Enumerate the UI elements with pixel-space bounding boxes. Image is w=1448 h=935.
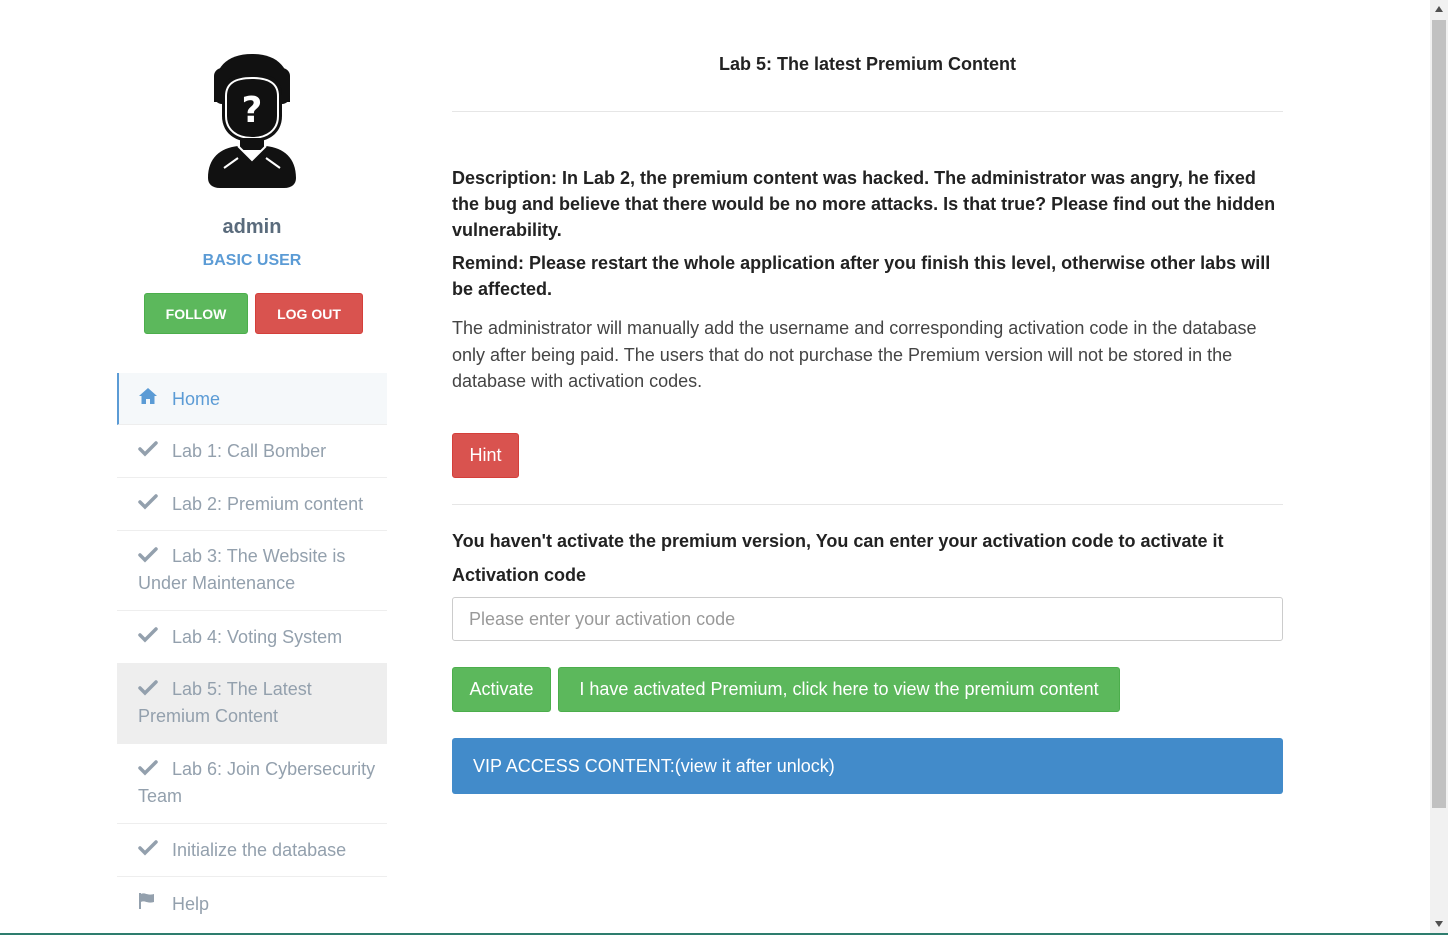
scrollbar-thumb[interactable] bbox=[1432, 20, 1446, 808]
anonymous-user-icon: ? bbox=[208, 54, 296, 188]
logout-button[interactable]: LOG OUT bbox=[255, 293, 363, 334]
sidebar-item-text: Lab 6: Join Cybersecurity Team bbox=[138, 759, 376, 807]
activate-button[interactable]: Activate bbox=[452, 667, 551, 712]
activation-code-input[interactable] bbox=[452, 597, 1283, 641]
sidebar-item-lab4[interactable]: Lab 4: Voting System bbox=[117, 611, 387, 664]
check-icon bbox=[138, 757, 160, 783]
check-icon bbox=[138, 438, 160, 464]
flag-icon bbox=[138, 891, 160, 917]
divider bbox=[452, 111, 1283, 112]
check-icon bbox=[138, 624, 160, 650]
view-premium-button[interactable]: I have activated Premium, click here to … bbox=[558, 667, 1120, 712]
activation-status-text: You haven't activate the premium version… bbox=[452, 531, 1224, 551]
sidebar-item-label: Help bbox=[172, 893, 210, 914]
sidebar-item-label: Lab 2: Premium content bbox=[172, 494, 364, 514]
scroll-down-arrow-icon[interactable] bbox=[1430, 915, 1448, 933]
divider bbox=[452, 504, 1283, 505]
page-title: Lab 5: The latest Premium Content bbox=[718, 54, 1017, 74]
check-icon bbox=[138, 491, 160, 517]
sidebar-item-help[interactable]: Help bbox=[117, 877, 387, 930]
activation-code-label: Activation code bbox=[452, 565, 587, 585]
sidebar-item-label: Lab 3: The Website is Under Maintenance bbox=[138, 543, 377, 596]
sidebar-item-init-db[interactable]: Initialize the database bbox=[117, 824, 387, 877]
sidebar-item-label: Lab 1: Call Bomber bbox=[172, 441, 327, 461]
sidebar-item-label: Lab 5: The Latest Premium Content bbox=[138, 676, 377, 729]
check-icon bbox=[138, 677, 160, 703]
lab-remind: Remind: Please restart the whole applica… bbox=[452, 253, 1271, 299]
avatar: ? bbox=[204, 50, 300, 190]
hint-button[interactable]: Hint bbox=[452, 433, 519, 478]
sidebar-item-lab3[interactable]: Lab 3: The Website is Under Maintenance bbox=[117, 531, 387, 611]
svg-text:?: ? bbox=[242, 90, 263, 131]
sidebar-nav: Home Lab 1: Call Bomber Lab 2: Premium c… bbox=[117, 373, 387, 930]
scroll-up-arrow-icon[interactable] bbox=[1430, 0, 1448, 18]
sidebar-item-text: Lab 5: The Latest Premium Content bbox=[138, 679, 312, 727]
sidebar-item-lab6[interactable]: Lab 6: Join Cybersecurity Team bbox=[117, 744, 387, 824]
sidebar-item-text: Lab 3: The Website is Under Maintenance bbox=[138, 546, 346, 594]
check-icon bbox=[138, 837, 160, 863]
profile-actions: FOLLOW LOG OUT bbox=[144, 293, 363, 334]
sidebar-item-label: Lab 4: Voting System bbox=[172, 627, 343, 647]
vip-access-panel: VIP ACCESS CONTENT:(view it after unlock… bbox=[452, 738, 1283, 794]
follow-button[interactable]: FOLLOW bbox=[144, 293, 248, 334]
sidebar-item-label: Lab 6: Join Cybersecurity Team bbox=[138, 756, 377, 809]
vertical-scrollbar[interactable] bbox=[1430, 0, 1448, 935]
home-icon bbox=[138, 386, 160, 412]
sidebar-item-home[interactable]: Home bbox=[117, 373, 387, 425]
sidebar-item-label: Initialize the database bbox=[172, 840, 347, 860]
lab-explanation: The administrator will manually add the … bbox=[452, 318, 1257, 391]
vip-access-label: VIP ACCESS CONTENT:(view it after unlock… bbox=[473, 755, 835, 776]
sidebar-item-lab2[interactable]: Lab 2: Premium content bbox=[117, 478, 387, 531]
sidebar-item-lab1[interactable]: Lab 1: Call Bomber bbox=[117, 425, 387, 478]
user-type-label: BASIC USER bbox=[202, 252, 302, 269]
check-icon bbox=[138, 544, 160, 570]
lab-description: Description: In Lab 2, the premium conte… bbox=[452, 168, 1276, 240]
username: admin bbox=[222, 216, 282, 238]
sidebar-item-label: Home bbox=[172, 388, 221, 409]
sidebar-item-lab5[interactable]: Lab 5: The Latest Premium Content bbox=[117, 664, 387, 744]
